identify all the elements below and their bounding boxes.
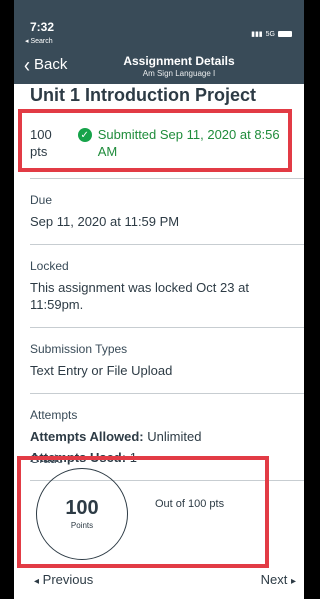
check-circle-icon: ✓ [77,128,92,142]
due-label: Due [30,193,53,207]
due-section: Due Sep 11, 2020 at 11:59 PM [14,179,304,244]
locked-label: Locked [30,259,69,273]
signal-indicator: ▮▮▮ 5G [251,30,292,38]
grade-unit: Points [70,521,94,530]
status-bar: 7:32 ◂ Search ▮▮▮ 5G [14,0,304,48]
next-label: Next [260,572,288,587]
bottom-navigation: ◂ Previous Next ▸ [14,566,304,599]
app-frame: 7:32 ◂ Search ▮▮▮ 5G ‹ Back Assignment D… [14,0,304,599]
back-button[interactable]: ‹ Back [24,52,68,77]
previous-button[interactable]: ◂ Previous [34,572,93,587]
chevron-left-icon: ‹ [24,52,30,77]
next-button[interactable]: Next ▸ [261,572,296,587]
points-status-row: 100 pts ✓ Submitted Sep 11, 2020 at 8:56… [14,112,304,178]
points-value: 100 pts [30,127,52,159]
page-title: Assignment Details [123,54,235,68]
submission-types-value: Text Entry or File Upload [30,363,173,378]
submission-types-section: Submission Types Text Entry or File Uplo… [14,328,304,393]
submission-status: Submitted Sep 11, 2020 at 8:56 AM [97,127,280,159]
due-value: Sep 11, 2020 at 11:59 PM [30,214,180,229]
chevron-left-icon: ◂ [34,576,40,587]
grade-section: Grade 100 Points Out of 100 pts [30,442,288,560]
content: Unit 1 Introduction Project Gloss 100 pt… [14,84,304,560]
assignment-title: Unit 1 Introduction Project Gloss [30,85,257,112]
grade-label: Grade [30,452,64,466]
locked-value: This assignment was locked Oct 23 at 11:… [30,280,249,312]
attempts-label: Attempts [30,408,78,422]
locked-section: Locked This assignment was locked Oct 23… [14,245,304,327]
grade-out-of: Out of 100 pts [155,498,225,510]
course-subtitle: Am Sign Language I [142,69,216,78]
network-label: 5G [265,30,275,38]
previous-label: Previous [42,572,94,587]
battery-icon [278,31,292,37]
cellular-icon: ▮▮▮ [251,31,263,38]
search-back-link[interactable]: ◂ Search [25,37,53,45]
nav-title: Assignment Details Am Sign Language I [94,54,264,78]
submission-types-label: Submission Types [30,342,128,356]
grade-score: 100 [65,497,99,519]
back-label: Back [34,56,68,73]
status-time: 7:32 [30,20,55,34]
left-gutter [0,0,14,599]
chevron-right-icon: ▸ [290,576,296,587]
header: 7:32 ◂ Search ▮▮▮ 5G ‹ Back Assignment D… [14,0,304,84]
grade-circle: 100 Points [36,468,128,560]
